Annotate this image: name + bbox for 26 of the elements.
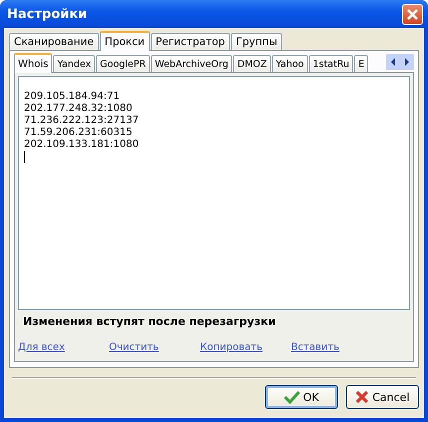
cancel-button[interactable]: Cancel bbox=[346, 385, 419, 409]
tab[interactable]: 1statRu bbox=[308, 55, 354, 72]
close-icon bbox=[406, 8, 419, 20]
close-button[interactable] bbox=[402, 4, 423, 24]
tab[interactable]: WebArchiveOrg bbox=[150, 55, 232, 72]
proxy-list-field[interactable]: 209.105.184.94:71 202.177.248.32:1080 71.236.222.123:27137 71.59.206.231:60315 202.109.133.181:1080 bbox=[18, 76, 410, 310]
tab[interactable]: Whois bbox=[14, 53, 52, 73]
tab[interactable]: Yahoo bbox=[272, 55, 308, 72]
cross-icon bbox=[355, 390, 370, 404]
action-link[interactable]: Очистить bbox=[109, 342, 200, 353]
tab[interactable]: Сканирование bbox=[9, 33, 99, 50]
tab-scroll-buttons[interactable] bbox=[386, 54, 414, 70]
tab[interactable]: E bbox=[354, 55, 368, 72]
action-link[interactable]: Вставить bbox=[291, 342, 382, 353]
tab[interactable]: Регистратор bbox=[150, 33, 230, 50]
action-link[interactable]: Для всех bbox=[18, 342, 109, 353]
ok-button[interactable]: OK bbox=[265, 385, 338, 409]
action-link[interactable]: Копировать bbox=[200, 342, 291, 353]
tab[interactable]: GooglePR bbox=[96, 55, 150, 72]
tab[interactable]: Yandex bbox=[53, 55, 96, 72]
tab[interactable]: Прокси bbox=[100, 31, 150, 51]
window-title: Настройки bbox=[7, 6, 88, 22]
tab[interactable]: Группы bbox=[230, 33, 282, 50]
restart-notice: Изменения вступят после перезагрузки bbox=[23, 315, 277, 328]
checkmark-icon bbox=[284, 390, 300, 404]
tab[interactable]: DMOZ bbox=[233, 55, 271, 72]
